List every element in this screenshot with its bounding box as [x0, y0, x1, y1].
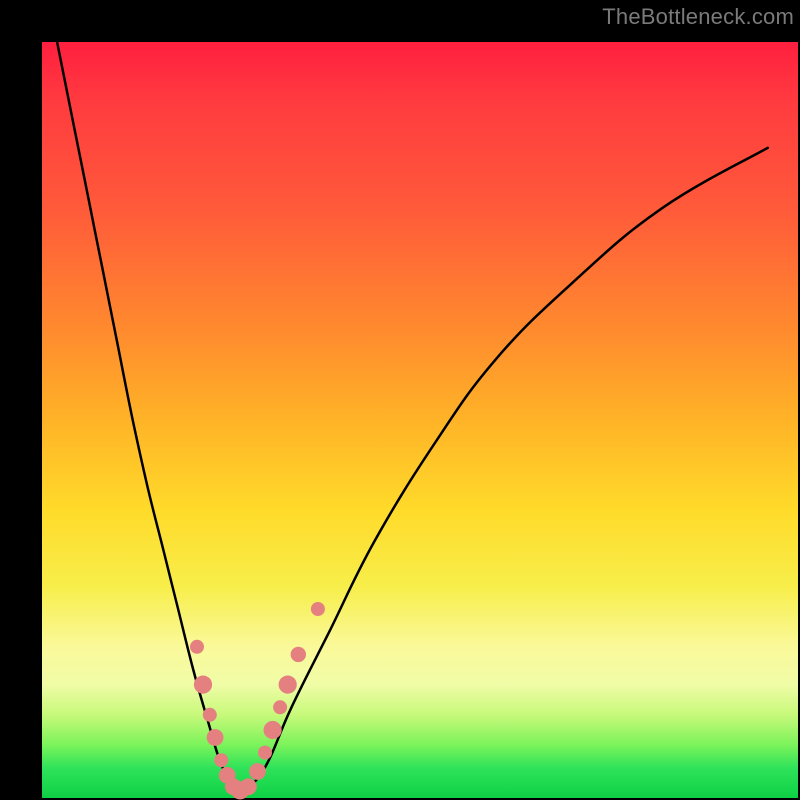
watermark-text: TheBottleneck.com — [602, 4, 794, 30]
data-marker — [291, 647, 306, 662]
marker-group — [190, 602, 325, 800]
bottleneck-curve — [57, 42, 768, 790]
data-marker — [207, 729, 224, 746]
data-marker — [194, 676, 212, 694]
data-marker — [264, 721, 282, 739]
plot-area — [42, 42, 798, 798]
data-marker — [258, 746, 272, 760]
chart-svg — [42, 42, 798, 798]
data-marker — [249, 763, 266, 780]
data-marker — [214, 753, 228, 767]
chart-frame: TheBottleneck.com — [0, 0, 800, 800]
data-marker — [203, 708, 217, 722]
data-marker — [190, 640, 204, 654]
data-marker — [279, 676, 297, 694]
data-marker — [311, 602, 325, 616]
data-marker — [273, 700, 287, 714]
data-marker — [240, 778, 257, 795]
